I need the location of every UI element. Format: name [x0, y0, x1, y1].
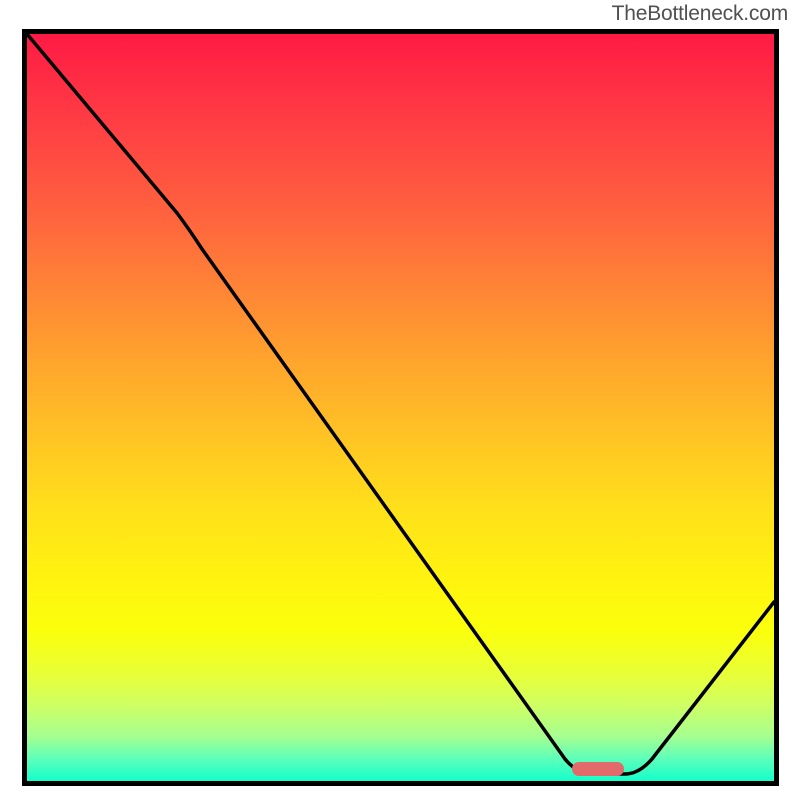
highlight-marker [572, 762, 624, 776]
curve-plot [27, 34, 774, 781]
chart-frame [22, 29, 779, 786]
curve-path [27, 34, 774, 774]
watermark-text: TheBottleneck.com [612, 2, 788, 26]
